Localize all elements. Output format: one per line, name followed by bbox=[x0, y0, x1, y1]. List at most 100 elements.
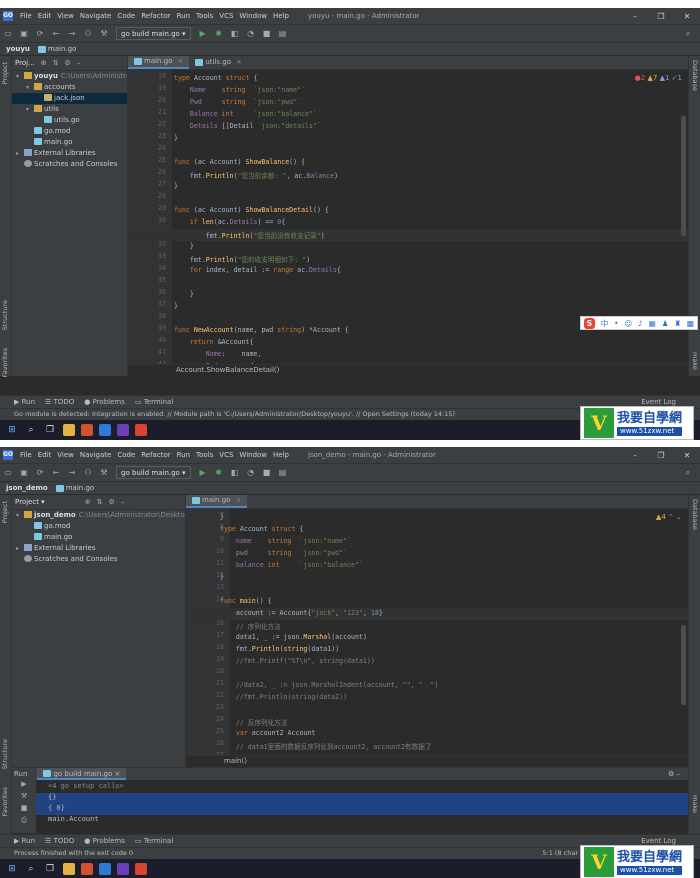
windows-start-icon[interactable]: ⊞ bbox=[5, 862, 19, 876]
menu-code[interactable]: Code bbox=[114, 451, 138, 459]
menu-window[interactable]: Window bbox=[236, 12, 270, 20]
menu-file[interactable]: File bbox=[17, 12, 35, 20]
code-line[interactable]: // data1里面的数据反序列化到account2, account2有数据了 bbox=[220, 741, 432, 751]
todo-tool-tab[interactable]: ☰ TODO bbox=[45, 837, 74, 845]
locate-icon[interactable]: ⊕ bbox=[41, 59, 47, 67]
windows-start-icon[interactable]: ⊞ bbox=[5, 423, 19, 437]
breadcrumb-project[interactable]: youyu bbox=[6, 45, 30, 53]
code-line[interactable]: //fmt.Println(string(data2)) bbox=[220, 693, 347, 701]
code-line[interactable]: return &Account{ bbox=[174, 338, 254, 346]
database-tool-tab[interactable]: Database bbox=[691, 60, 699, 91]
menu-view[interactable]: View bbox=[54, 12, 77, 20]
gear-icon[interactable]: ⚙ bbox=[108, 498, 114, 506]
caret-position[interactable]: 5:1 (8 char bbox=[542, 848, 578, 859]
code-line[interactable]: Balance int `json:"balance"` bbox=[174, 110, 317, 118]
collapse-icon[interactable]: ⇅ bbox=[97, 498, 103, 506]
code-line[interactable]: Pwd string `json:"pwd"` bbox=[174, 98, 301, 106]
tree-item[interactable]: utils.go bbox=[12, 115, 127, 126]
run-tool-tab[interactable]: ▶ Run bbox=[14, 398, 35, 406]
wrench-icon[interactable]: ⚒ bbox=[12, 792, 36, 804]
close-button[interactable]: ✕ bbox=[674, 447, 700, 464]
editor-scrollbar[interactable] bbox=[681, 116, 686, 236]
tree-item[interactable]: ▸ External Libraries bbox=[12, 543, 185, 554]
run-icon[interactable]: ▶ bbox=[197, 28, 209, 40]
close-tab-icon[interactable]: × bbox=[177, 56, 183, 68]
code-line[interactable]: type Account struct { bbox=[174, 74, 257, 82]
tree-item[interactable]: ▾ accounts bbox=[12, 82, 127, 93]
vscode-icon[interactable] bbox=[99, 424, 111, 436]
layout-icon[interactable]: ▤ bbox=[277, 467, 289, 479]
breadcrumb-project[interactable]: json_demo bbox=[6, 484, 48, 492]
chevron-icon[interactable]: ▸ bbox=[16, 543, 24, 554]
print-icon[interactable]: ⎙ bbox=[12, 816, 36, 828]
code-line[interactable]: } bbox=[174, 302, 178, 310]
tree-item[interactable]: main.go bbox=[12, 137, 127, 148]
locate-icon[interactable]: ⊕ bbox=[85, 498, 91, 506]
code-line[interactable]: name string `json:"name"` bbox=[220, 537, 351, 545]
structure-tool-tab[interactable]: Structure bbox=[1, 739, 9, 769]
inspection-widget[interactable]: ●2 ▲7 ▲1 ✓1 bbox=[635, 74, 682, 82]
explorer-icon[interactable] bbox=[63, 424, 75, 436]
output-line[interactable]: { 0} bbox=[48, 804, 65, 812]
debug-icon[interactable]: ✱ bbox=[213, 467, 225, 479]
code-line[interactable]: fmt.Println(string(data1)) bbox=[220, 645, 339, 653]
chevron-icon[interactable]: ▸ bbox=[16, 148, 24, 159]
goland-icon[interactable] bbox=[117, 863, 129, 875]
open-folder-icon[interactable]: ▭ bbox=[2, 28, 14, 40]
tab-utils-go[interactable]: utils.go × bbox=[189, 56, 248, 69]
code-editor[interactable]: main.go× ▲4 ⌃ ⌄ 789101112131415161718192… bbox=[186, 495, 688, 767]
tree-item[interactable]: jack.json bbox=[12, 93, 127, 104]
keyboard-icon[interactable]: ▦ bbox=[649, 319, 656, 328]
code-line[interactable]: type Account struct { bbox=[220, 525, 303, 533]
code-line[interactable]: fmt.Println("您当前没有收支记录") bbox=[174, 230, 325, 240]
code-line[interactable]: if len(ac.Details) == 0{ bbox=[174, 218, 285, 226]
inspection-widget[interactable]: ▲4 ⌃ ⌄ bbox=[656, 513, 682, 521]
menu-run[interactable]: Run bbox=[174, 451, 193, 459]
search-icon[interactable]: ⌕ bbox=[682, 467, 694, 479]
code-line[interactable]: } bbox=[174, 290, 194, 298]
editor-scrollbar[interactable] bbox=[681, 625, 686, 705]
terminal-tool-tab[interactable]: ▭ Terminal bbox=[135, 837, 173, 845]
tree-item[interactable]: ▾ youyu C:\Users\Administrat bbox=[12, 71, 127, 82]
code-line[interactable]: fmt.Println("您当前余额: ", ac.Balance) bbox=[174, 170, 338, 180]
profile-icon[interactable]: ◔ bbox=[245, 467, 257, 479]
tree-item[interactable]: go.mod bbox=[12, 126, 127, 137]
emoji-icon[interactable]: ☺ bbox=[624, 319, 632, 328]
tab-main-go[interactable]: main.go × bbox=[128, 56, 190, 69]
output-line[interactable]: {} bbox=[48, 793, 56, 801]
code-line[interactable]: pwd string `json:"pwd"` bbox=[220, 549, 347, 557]
code-line[interactable]: fmt.Println("您的收支明细如下: ") bbox=[174, 254, 310, 264]
menu-file[interactable]: File bbox=[17, 451, 35, 459]
chevron-up-icon[interactable]: ⌃ bbox=[668, 513, 674, 521]
menu-window[interactable]: Window bbox=[236, 451, 270, 459]
tab-main-go[interactable]: main.go × bbox=[186, 495, 248, 508]
terminal-tool-tab[interactable]: ▭ Terminal bbox=[135, 398, 173, 406]
close-tab-icon[interactable]: × bbox=[235, 495, 241, 507]
shirt-icon[interactable]: ♜ bbox=[674, 319, 681, 328]
menu-run[interactable]: Run bbox=[174, 12, 193, 20]
chevron-icon[interactable]: ▾ bbox=[26, 104, 34, 115]
open-folder-icon[interactable]: ▭ bbox=[2, 467, 14, 479]
menu-tools[interactable]: Tools bbox=[193, 451, 216, 459]
code-line[interactable]: //fmt.Printf("%T\n", string(data1)) bbox=[220, 657, 375, 665]
task-view-icon[interactable]: ❐ bbox=[43, 423, 57, 437]
run-tab[interactable]: go build main.go × bbox=[37, 768, 127, 780]
explorer-icon[interactable] bbox=[63, 863, 75, 875]
user-icon[interactable]: ⚇ bbox=[82, 467, 94, 479]
close-tab-icon[interactable]: × bbox=[236, 56, 242, 69]
gear-icon[interactable]: ⚙ – bbox=[668, 770, 680, 778]
back-arrow-icon[interactable]: ← bbox=[50, 28, 62, 40]
skin-icon[interactable]: ♟ bbox=[662, 319, 669, 328]
problems-tool-tab[interactable]: ● Problems bbox=[84, 398, 125, 406]
menu-refactor[interactable]: Refactor bbox=[138, 12, 173, 20]
code-line[interactable]: Details []Detail `json:"details"` bbox=[174, 122, 321, 130]
menu-edit[interactable]: Edit bbox=[35, 12, 55, 20]
todo-tool-tab[interactable]: ☰ TODO bbox=[45, 398, 74, 406]
ime-mode[interactable]: 中 bbox=[601, 318, 609, 329]
chevron-icon[interactable]: ▾ bbox=[16, 71, 24, 82]
menu-navigate[interactable]: Navigate bbox=[77, 451, 114, 459]
run-config-select[interactable]: go build main.go ▾ bbox=[116, 27, 191, 40]
sync-icon[interactable]: ⟳ bbox=[34, 467, 46, 479]
forward-arrow-icon[interactable]: → bbox=[66, 467, 78, 479]
search-icon[interactable]: ⌕ bbox=[24, 862, 38, 876]
